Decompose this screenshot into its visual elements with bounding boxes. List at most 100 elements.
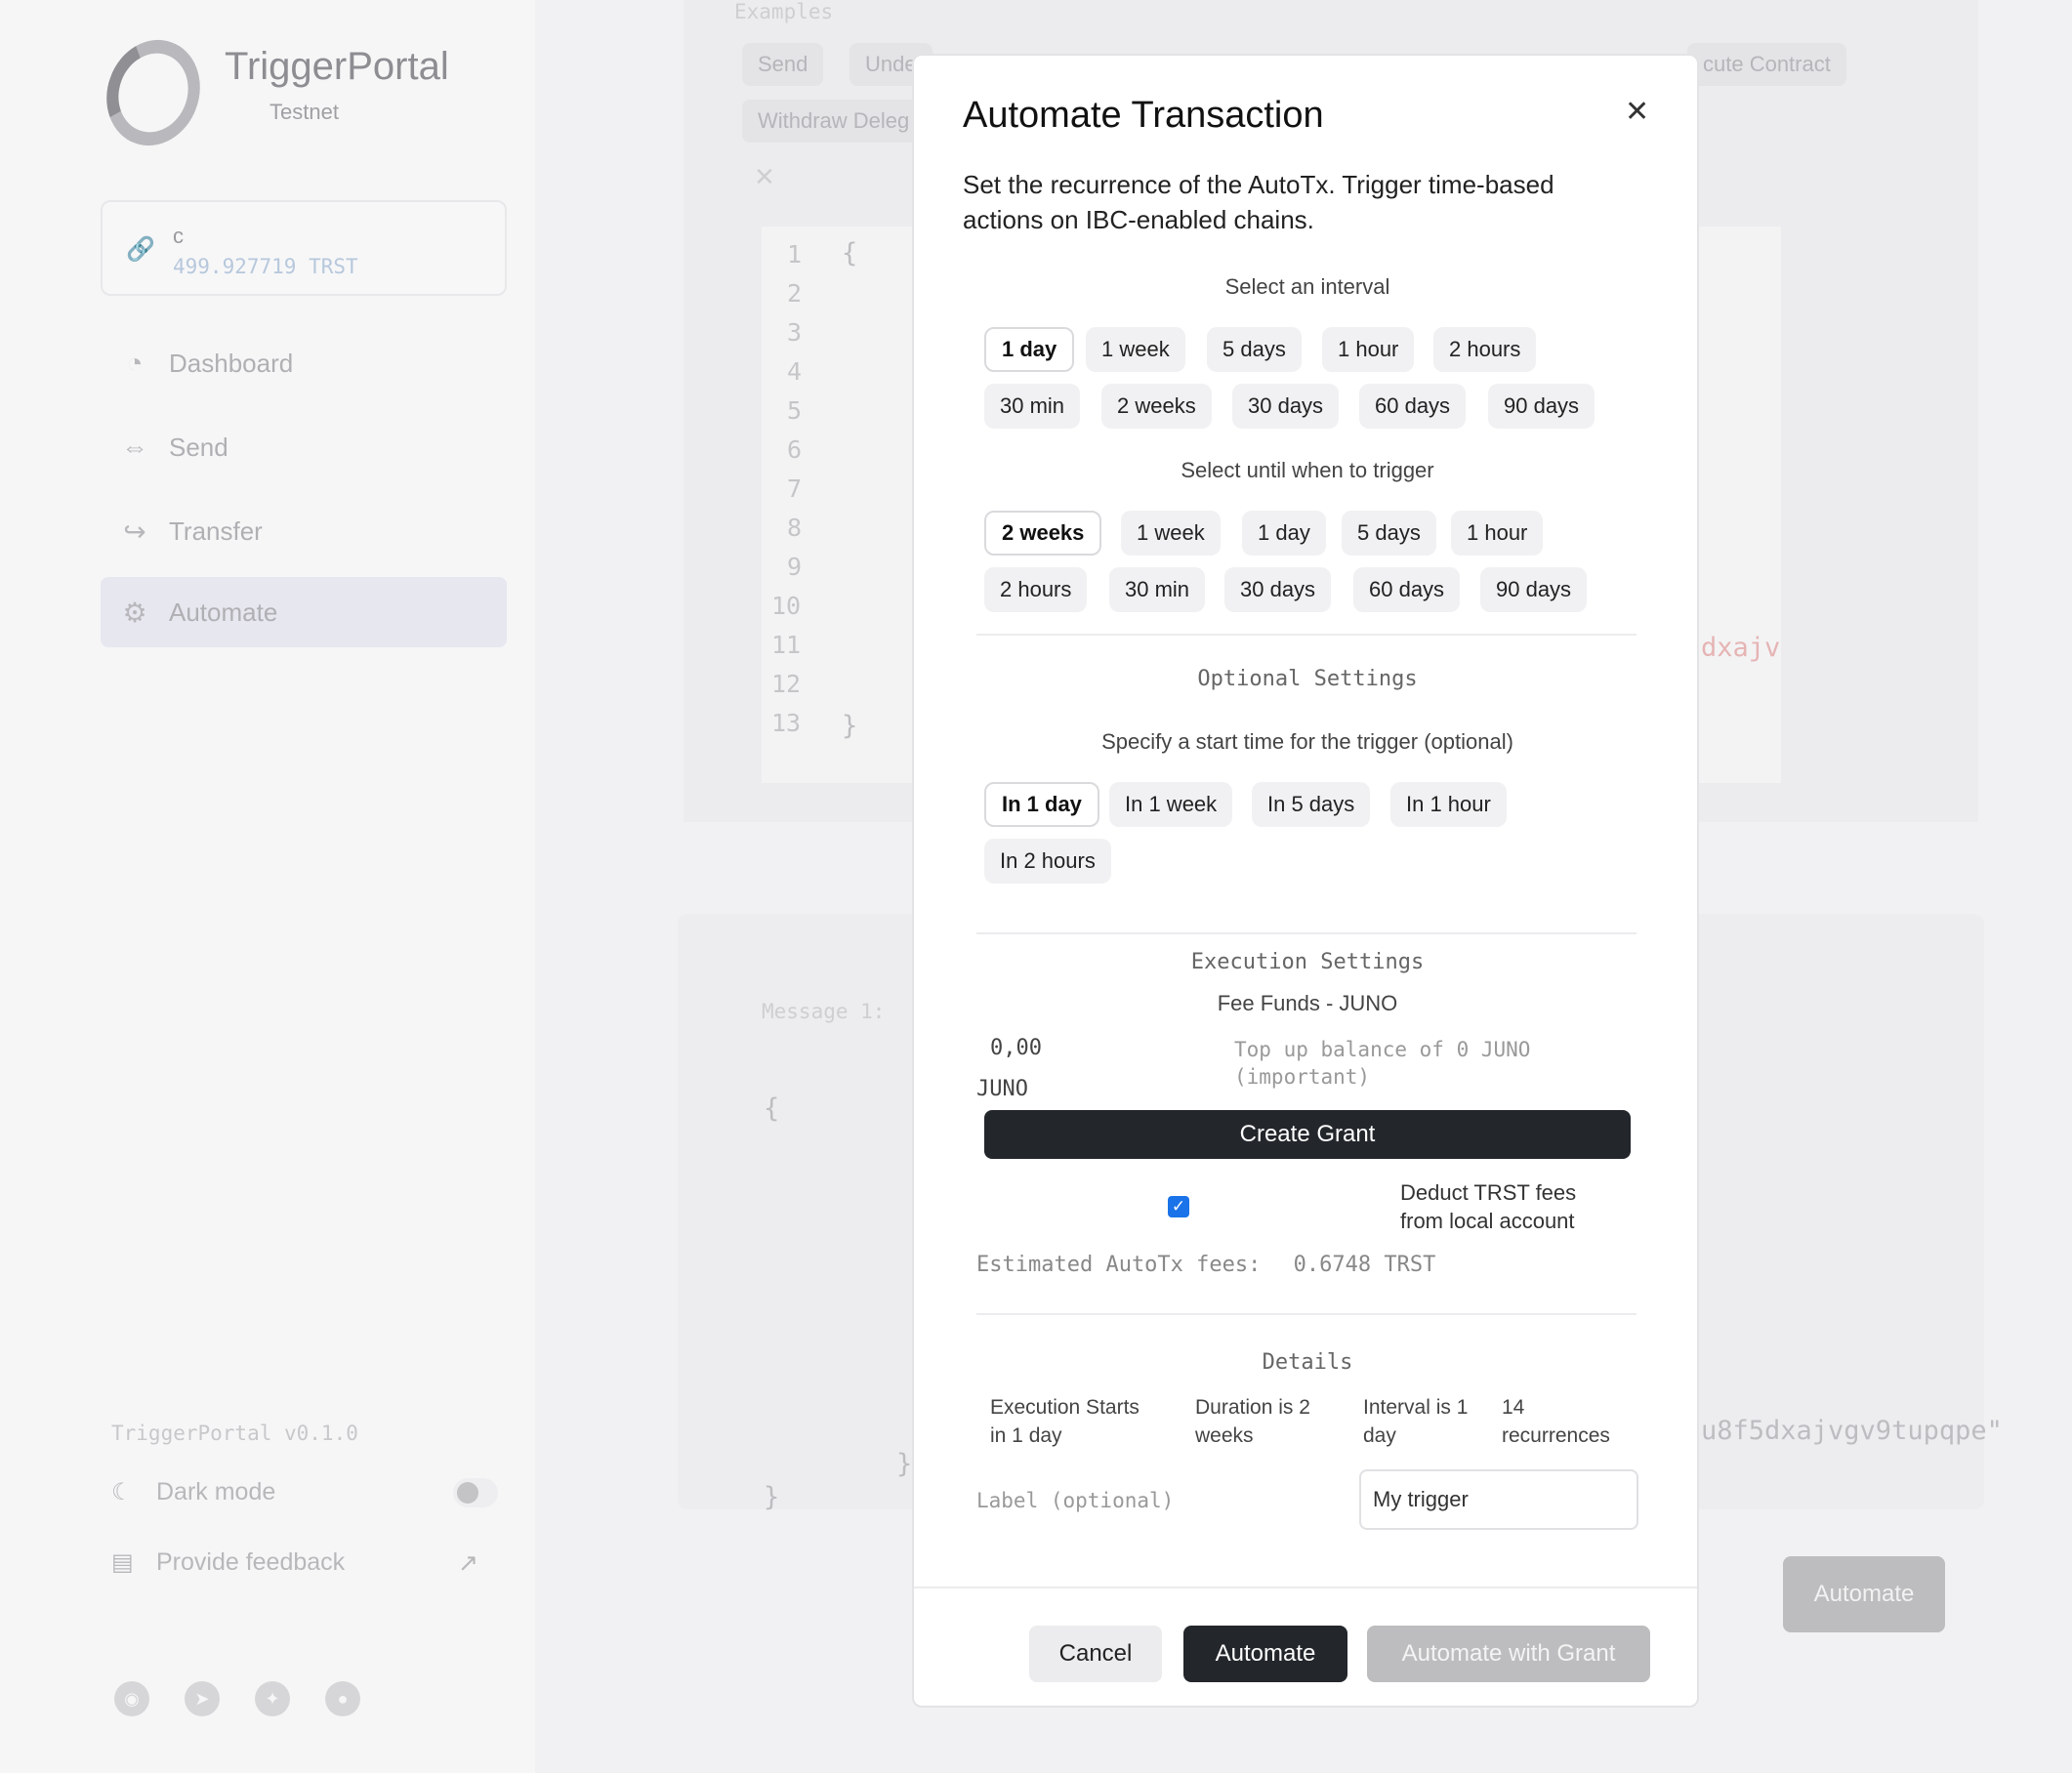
dark-mode-row[interactable]: ☾ Dark mode bbox=[111, 1477, 498, 1507]
message-brace: { bbox=[764, 1093, 780, 1124]
external-link-icon: ↗ bbox=[458, 1548, 478, 1577]
fee-unit: JUNO bbox=[976, 1077, 1028, 1101]
until-option[interactable]: 90 days bbox=[1480, 567, 1588, 612]
until-option[interactable]: 30 days bbox=[1224, 567, 1332, 612]
app-name: TriggerPortal bbox=[225, 45, 449, 88]
sidebar: TriggerPortal Testnet 🔗 c 499.927719 TRS… bbox=[0, 0, 535, 1773]
create-grant-button[interactable]: Create Grant bbox=[984, 1110, 1631, 1159]
sidebar-item-send[interactable]: ⇔ Send bbox=[101, 412, 507, 482]
divider bbox=[976, 634, 1637, 636]
dashboard-icon: ◔ bbox=[126, 348, 144, 378]
telegram-icon[interactable]: ➤ bbox=[185, 1681, 220, 1716]
interval-option[interactable]: 1 day bbox=[984, 327, 1075, 372]
arrows-icon: ⇔ bbox=[121, 432, 148, 462]
sidebar-item-label: Send bbox=[169, 432, 228, 462]
logo-icon bbox=[92, 26, 215, 159]
sidebar-item-dashboard[interactable]: ◔ Dashboard bbox=[101, 328, 507, 398]
line-number: 12 bbox=[771, 670, 802, 698]
footer-divider bbox=[914, 1587, 1697, 1588]
message-brace: } bbox=[896, 1449, 913, 1479]
until-option[interactable]: 30 min bbox=[1109, 567, 1206, 612]
until-option[interactable]: 5 days bbox=[1342, 511, 1436, 556]
details-title: Details bbox=[1262, 1350, 1353, 1375]
deduct-fees-checkbox[interactable]: ✓ bbox=[1168, 1196, 1189, 1217]
feedback-icon: ▤ bbox=[111, 1549, 134, 1576]
detail-recurrences: 14 recurrences bbox=[1502, 1396, 1610, 1447]
divider bbox=[976, 932, 1637, 934]
message-fragment: u8f5dxajvgv9tupqpe" bbox=[1701, 1416, 2003, 1446]
start-option[interactable]: In 1 week bbox=[1109, 782, 1233, 827]
cancel-button[interactable]: Cancel bbox=[1029, 1626, 1162, 1682]
detail-interval: Interval is 1 day bbox=[1363, 1396, 1469, 1447]
share-arrow-icon: ↪ bbox=[123, 515, 146, 547]
code-brace: } bbox=[842, 711, 858, 741]
line-number: 9 bbox=[787, 553, 803, 581]
start-option[interactable]: In 5 days bbox=[1252, 782, 1371, 827]
fee-amount-input[interactable]: 0,00 bbox=[990, 1036, 1042, 1060]
until-option[interactable]: 1 week bbox=[1121, 511, 1221, 556]
interval-option[interactable]: 1 hour bbox=[1322, 327, 1415, 372]
dark-mode-label: Dark mode bbox=[156, 1478, 276, 1505]
close-icon[interactable]: ✕ bbox=[1625, 95, 1649, 129]
interval-option[interactable]: 60 days bbox=[1359, 384, 1467, 429]
detail-duration: Duration is 2 weeks bbox=[1195, 1396, 1310, 1447]
optional-settings-title: Optional Settings bbox=[1197, 667, 1418, 691]
line-number: 11 bbox=[771, 631, 802, 659]
until-title: Select until when to trigger bbox=[1181, 458, 1434, 482]
sidebar-item-transfer[interactable]: ↪ Transfer bbox=[101, 496, 507, 566]
estimated-fees: Estimated AutoTx fees: 0.6748 TRST bbox=[976, 1253, 1435, 1277]
start-option[interactable]: In 1 day bbox=[984, 782, 1099, 827]
code-brace: { bbox=[842, 238, 858, 268]
message-brace: } bbox=[764, 1482, 780, 1512]
interval-option[interactable]: 30 days bbox=[1232, 384, 1340, 429]
dark-mode-toggle[interactable] bbox=[453, 1477, 498, 1507]
interval-option[interactable]: 1 week bbox=[1086, 327, 1185, 372]
example-chip[interactable]: Withdraw Deleg bbox=[742, 100, 926, 143]
clear-icon[interactable]: ✕ bbox=[754, 162, 775, 192]
deduct-fees-label: Deduct TRST fees from local account bbox=[1400, 1180, 1577, 1233]
divider bbox=[976, 1313, 1637, 1315]
until-option[interactable]: 2 weeks bbox=[984, 511, 1102, 556]
label-field-title: Label (optional) bbox=[976, 1489, 1175, 1512]
detail-start: Execution Starts in 1 day bbox=[990, 1396, 1140, 1447]
example-chip[interactable]: Send bbox=[742, 43, 824, 86]
start-option[interactable]: In 2 hours bbox=[984, 839, 1111, 884]
example-chip[interactable]: cute Contract bbox=[1687, 43, 1846, 86]
twitter-icon[interactable]: ✦ bbox=[255, 1681, 290, 1716]
start-option[interactable]: In 1 hour bbox=[1390, 782, 1507, 827]
sidebar-item-automate[interactable]: ⚙ Automate bbox=[101, 577, 507, 647]
interval-option[interactable]: 5 days bbox=[1207, 327, 1302, 372]
automate-with-grant-button[interactable]: Automate with Grant bbox=[1367, 1626, 1650, 1682]
interval-option[interactable]: 2 weeks bbox=[1101, 384, 1212, 429]
line-number: 10 bbox=[771, 592, 802, 620]
line-number: 5 bbox=[787, 396, 803, 425]
github-icon[interactable]: ● bbox=[325, 1681, 360, 1716]
feedback-label: Provide feedback bbox=[156, 1548, 346, 1576]
estimated-fees-value: 0.6748 TRST bbox=[1293, 1253, 1436, 1277]
line-number: 4 bbox=[787, 357, 803, 386]
wallet-card[interactable]: 🔗 c 499.927719 TRST bbox=[101, 200, 507, 296]
interval-title: Select an interval bbox=[1224, 274, 1390, 299]
until-option[interactable]: 2 hours bbox=[984, 567, 1088, 612]
until-option[interactable]: 1 day bbox=[1242, 511, 1326, 556]
label-input[interactable]: My trigger bbox=[1359, 1469, 1638, 1530]
wallet-balance: 499.927719 TRST bbox=[173, 255, 358, 278]
examples-label: Examples bbox=[734, 0, 834, 23]
sidebar-item-label: Dashboard bbox=[169, 348, 294, 378]
network-label: Testnet bbox=[269, 100, 339, 124]
background-automate-button[interactable]: Automate bbox=[1783, 1556, 1945, 1632]
line-number: 6 bbox=[787, 435, 803, 464]
feedback-link[interactable]: ▤ Provide feedback ↗ bbox=[111, 1548, 498, 1577]
until-option[interactable]: 60 days bbox=[1353, 567, 1461, 612]
interval-option[interactable]: 90 days bbox=[1488, 384, 1595, 429]
link-icon: 🔗 bbox=[126, 236, 155, 263]
fee-funds-title: Fee Funds - JUNO bbox=[1217, 991, 1398, 1015]
until-option[interactable]: 1 hour bbox=[1451, 511, 1544, 556]
moon-icon: ☾ bbox=[111, 1479, 133, 1505]
interval-option[interactable]: 2 hours bbox=[1433, 327, 1537, 372]
interval-option[interactable]: 30 min bbox=[984, 384, 1081, 429]
discord-icon[interactable]: ◉ bbox=[114, 1681, 149, 1716]
automate-modal: Automate Transaction ✕ Set the recurrenc… bbox=[912, 54, 1699, 1708]
modal-description: Set the recurrence of the AutoTx. Trigge… bbox=[963, 170, 1554, 234]
automate-button[interactable]: Automate bbox=[1183, 1626, 1347, 1682]
